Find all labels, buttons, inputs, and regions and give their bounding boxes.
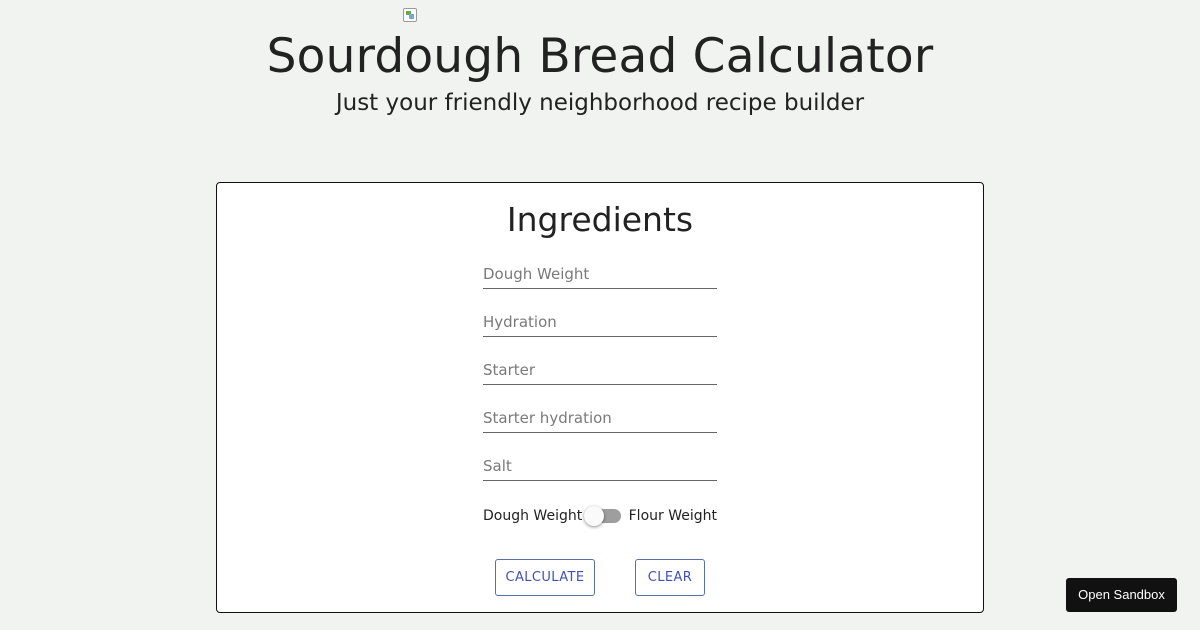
ingredients-card bbox=[216, 182, 984, 613]
page-subtitle: Just your friendly neighborhood recipe b… bbox=[335, 90, 865, 116]
dough-weight-toggle-label: Dough Weight bbox=[483, 508, 583, 524]
salt-input[interactable] bbox=[483, 451, 717, 481]
hydration-input[interactable] bbox=[483, 307, 717, 337]
dough-weight-input[interactable] bbox=[483, 259, 717, 289]
weight-mode-switch[interactable] bbox=[584, 506, 621, 526]
calculate-button[interactable]: CALCULATE bbox=[495, 559, 595, 596]
open-sandbox-button[interactable]: Open Sandbox bbox=[1066, 578, 1177, 612]
switch-thumb[interactable] bbox=[584, 506, 604, 526]
page-title: Sourdough Bread Calculator bbox=[266, 29, 934, 84]
flour-weight-toggle-label: Flour Weight bbox=[628, 508, 717, 524]
weight-mode-toggle-row: Dough Weight Flour Weight bbox=[483, 505, 717, 527]
ingredients-heading: Ingredients bbox=[506, 200, 694, 239]
starter-input[interactable] bbox=[483, 355, 717, 385]
clear-button[interactable]: CLEAR bbox=[635, 559, 705, 596]
starter-hydration-input[interactable] bbox=[483, 403, 717, 433]
logo-broken-image-icon bbox=[403, 8, 417, 22]
